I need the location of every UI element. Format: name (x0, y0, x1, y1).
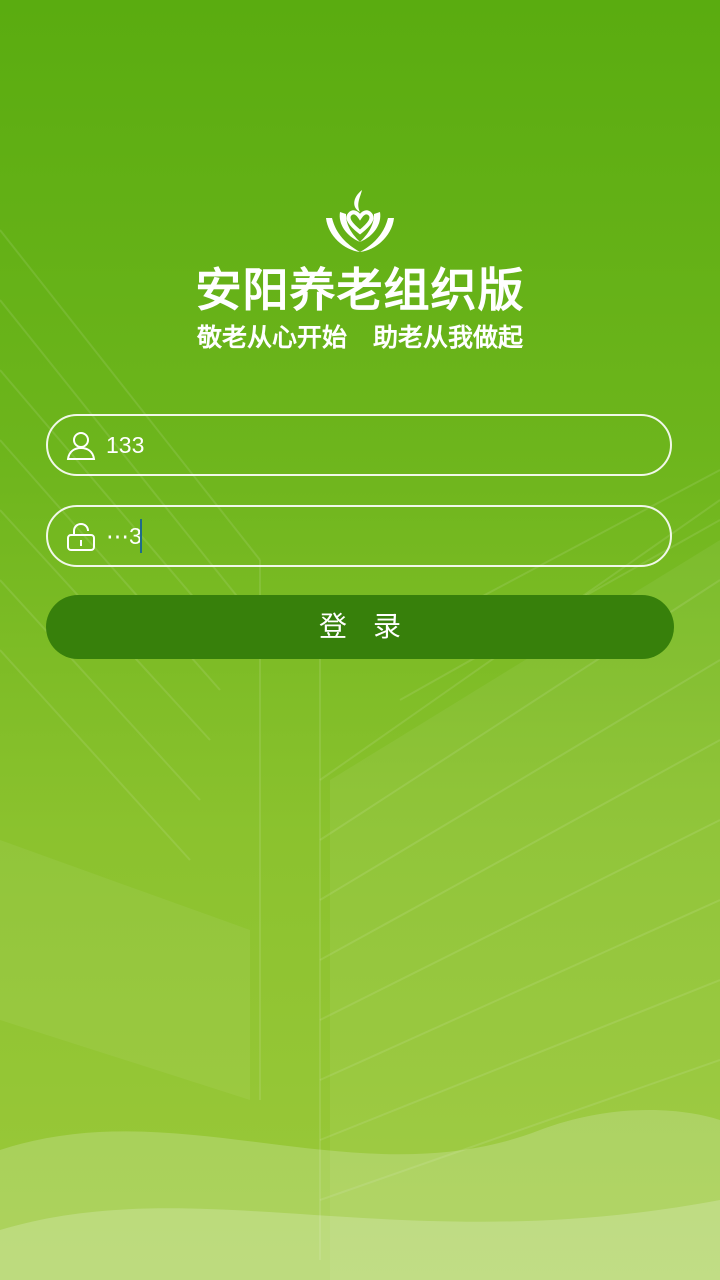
heart-hands-logo-icon (326, 190, 394, 252)
username-value[interactable]: 133 (106, 416, 144, 474)
password-value[interactable]: ⋯3 (106, 507, 142, 565)
slogan-text: 敬老从心开始 助老从我做起 (196, 323, 524, 352)
username-field[interactable]: 133 (46, 414, 672, 476)
lock-icon (67, 522, 95, 551)
text-cursor (140, 519, 142, 553)
app-title: 安阳养老组织版 (195, 263, 525, 317)
login-button[interactable]: 登录 (46, 595, 674, 659)
user-icon (66, 432, 96, 460)
